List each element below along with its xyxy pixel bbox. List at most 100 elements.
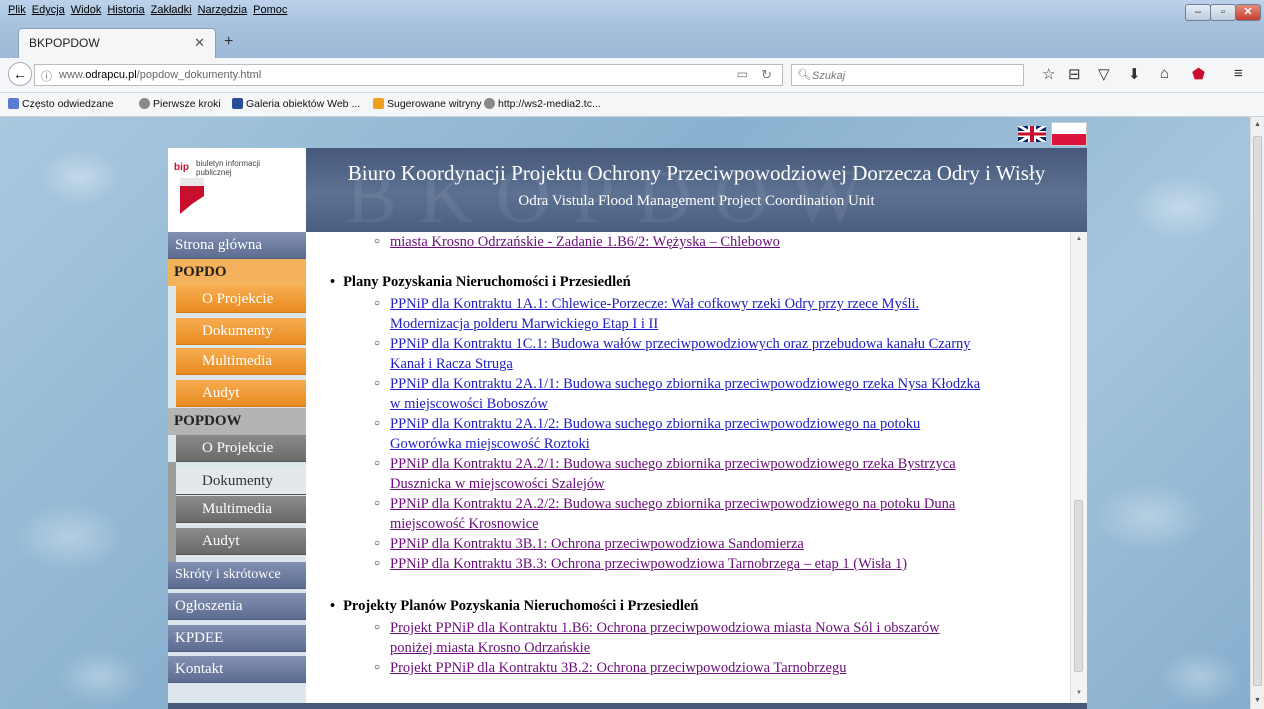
document-link[interactable]: PPNiP dla Kontraktu 1C.1: Budowa wałów p… bbox=[390, 336, 971, 372]
content-scroll-thumb[interactable] bbox=[1074, 500, 1083, 672]
document-link[interactable]: PPNiP dla Kontraktu 3B.1: Ochrona przeci… bbox=[390, 536, 804, 552]
nav-popdo-multimedia[interactable]: Multimedia bbox=[176, 348, 306, 375]
close-tab-icon[interactable]: ✕ bbox=[194, 35, 205, 51]
page-scroll-down-icon[interactable]: ▼ bbox=[1254, 697, 1261, 704]
site-header: BKOPDOW Biuro Koordynacji Projektu Ochro… bbox=[306, 148, 1087, 239]
section-heading-projekty: Projekty Planów Pozyskania Nieruchomości… bbox=[330, 598, 698, 615]
menu-plik[interactable]: Plik bbox=[8, 4, 26, 16]
list-item[interactable]: PPNiP dla Kontraktu 2A.1/2: Budowa suche… bbox=[374, 414, 1070, 454]
nav-popdow[interactable]: POPDOW bbox=[168, 408, 306, 435]
nav-strona-glowna[interactable]: Strona główna bbox=[168, 232, 306, 259]
reader-view-icon[interactable]: ▭ bbox=[737, 67, 748, 81]
menu-edycja[interactable]: Edycja bbox=[32, 4, 65, 16]
section-heading-plany: Plany Pozyskania Nieruchomości i Przesie… bbox=[330, 274, 631, 291]
menu-zakladki[interactable]: Zakładki bbox=[151, 4, 192, 16]
menu-narzedzia[interactable]: Narzędzia bbox=[198, 4, 248, 16]
document-list: miasta Krosno Odrzańskie - Zadanie 1.B6/… bbox=[306, 232, 1087, 703]
url-text[interactable]: www.odrapcu.pl/popdow_dokumenty.html bbox=[59, 69, 261, 81]
pocket-icon[interactable]: ▽ bbox=[1098, 65, 1110, 83]
menu-pomoc[interactable]: Pomoc bbox=[253, 4, 287, 16]
navigation-bar: ← ⓘ www.odrapcu.pl/popdow_dokumenty.html… bbox=[0, 58, 1264, 93]
page-scroll-thumb[interactable] bbox=[1253, 136, 1262, 686]
document-link[interactable]: miasta Krosno Odrzańskie - Zadanie 1.B6/… bbox=[390, 234, 780, 250]
document-link[interactable]: PPNiP dla Kontraktu 2A.1/1: Budowa suche… bbox=[390, 376, 980, 412]
polish-flag-icon[interactable] bbox=[1052, 123, 1086, 145]
nav-kpdee[interactable]: KPDEE bbox=[168, 625, 306, 652]
nav-kontakt[interactable]: Kontakt bbox=[168, 656, 306, 683]
downloads-icon[interactable]: ⬇ bbox=[1128, 65, 1141, 83]
bookmark-sugerowane[interactable]: Sugerowane witryny bbox=[373, 98, 482, 110]
menu-bar: Plik Edycja Widok Historia Zakładki Narz… bbox=[0, 0, 1264, 22]
web-page: bip biuletyn informacji publicznej BKOPD… bbox=[0, 117, 1250, 709]
site-subtitle: Odra Vistula Flood Management Project Co… bbox=[518, 193, 875, 209]
document-link[interactable]: PPNiP dla Kontraktu 2A.2/2: Budowa suche… bbox=[390, 496, 955, 532]
bip-logo-text: biuletyn informacji publicznej bbox=[196, 159, 261, 177]
list-item[interactable]: Projekt PPNiP dla Kontraktu 3B.2: Ochron… bbox=[374, 658, 1070, 678]
nav-popdo-dokumenty[interactable]: Dokumenty bbox=[176, 318, 306, 345]
nav-popdo-audyt[interactable]: Audyt bbox=[176, 380, 306, 407]
bip-logo[interactable]: bip biuletyn informacji publicznej bbox=[168, 148, 306, 232]
search-icon: 🔍︎ bbox=[797, 69, 811, 81]
document-link[interactable]: PPNiP dla Kontraktu 2A.2/1: Budowa suche… bbox=[390, 456, 956, 492]
document-link[interactable]: Projekt PPNiP dla Kontraktu 1.B6: Ochron… bbox=[390, 620, 940, 656]
list-item[interactable]: PPNiP dla Kontraktu 3B.1: Ochrona przeci… bbox=[374, 534, 1070, 554]
nav-popdow-multimedia[interactable]: Multimedia bbox=[176, 496, 306, 523]
back-button[interactable]: ← bbox=[8, 62, 32, 86]
document-link[interactable]: Projekt PPNiP dla Kontraktu 3B.2: Ochron… bbox=[390, 660, 846, 676]
nav-popdow-audyt[interactable]: Audyt bbox=[176, 528, 306, 555]
document-link[interactable]: PPNiP dla Kontraktu 3B.3: Ochrona przeci… bbox=[390, 556, 907, 572]
bookmark-galeria[interactable]: Galeria obiektów Web ... bbox=[232, 98, 360, 110]
menu-widok[interactable]: Widok bbox=[71, 4, 102, 16]
search-input[interactable] bbox=[810, 67, 1014, 85]
page-scrollbar[interactable]: ▲ ▼ bbox=[1250, 117, 1264, 709]
suggested-sites-icon bbox=[373, 98, 384, 109]
footer-strip bbox=[168, 703, 1087, 709]
menu-historia[interactable]: Historia bbox=[107, 4, 144, 16]
nav-popdo[interactable]: POPDO bbox=[168, 259, 306, 286]
scroll-up-arrow-icon[interactable]: ▲ bbox=[1076, 236, 1082, 242]
tab-bkpopdow[interactable]: BKPOPDOW ✕ bbox=[18, 28, 216, 58]
nav-popdow-o-projekcie[interactable]: O Projekcie bbox=[176, 435, 306, 462]
minimize-button[interactable]: – bbox=[1185, 4, 1211, 21]
list-item[interactable]: Projekt PPNiP dla Kontraktu 1.B6: Ochron… bbox=[374, 618, 1070, 658]
content-scrollbar[interactable]: ▲ ▼ bbox=[1070, 232, 1087, 703]
nav-ogloszenia[interactable]: Ogłoszenia bbox=[168, 593, 306, 620]
home-icon[interactable]: ⌂ bbox=[1160, 65, 1169, 82]
document-link[interactable]: PPNiP dla Kontraktu 1A.1: Chlewice-Porze… bbox=[390, 296, 919, 332]
globe-icon bbox=[484, 98, 495, 109]
bookmarks-toolbar: Często odwiedzane Pierwsze kroki Galeria… bbox=[0, 93, 1264, 117]
list-item[interactable]: PPNiP dla Kontraktu 1C.1: Budowa wałów p… bbox=[374, 334, 1070, 374]
list-item[interactable]: PPNiP dla Kontraktu 2A.1/1: Budowa suche… bbox=[374, 374, 1070, 414]
url-bar[interactable]: ⓘ www.odrapcu.pl/popdow_dokumenty.html ▭… bbox=[34, 64, 783, 86]
folder-icon bbox=[8, 98, 19, 109]
english-flag-icon[interactable] bbox=[1018, 126, 1046, 142]
nav-popdo-o-projekcie[interactable]: O Projekcie bbox=[176, 286, 306, 313]
maximize-button[interactable]: ▫ bbox=[1210, 4, 1236, 21]
gallery-icon bbox=[232, 98, 243, 109]
list-item[interactable]: PPNiP dla Kontraktu 2A.2/2: Budowa suche… bbox=[374, 494, 1070, 534]
search-bar[interactable]: 🔍︎ bbox=[791, 64, 1024, 86]
bookmark-pierwsze-kroki[interactable]: Pierwsze kroki bbox=[139, 98, 221, 110]
page-scroll-up-icon[interactable]: ▲ bbox=[1254, 121, 1261, 128]
bookmark-star-icon[interactable]: ☆ bbox=[1042, 65, 1055, 83]
hamburger-menu-icon[interactable]: ≡ bbox=[1234, 65, 1243, 82]
document-link[interactable]: PPNiP dla Kontraktu 2A.1/2: Budowa suche… bbox=[390, 416, 920, 452]
globe-icon bbox=[139, 98, 150, 109]
ublock-icon[interactable]: ⬟ bbox=[1192, 65, 1205, 83]
sidebar-nav: Strona główna POPDO O Projekcie Dokument… bbox=[168, 232, 306, 709]
nav-popdow-dokumenty[interactable]: Dokumenty bbox=[176, 468, 306, 495]
close-window-button[interactable]: ✕ bbox=[1235, 4, 1261, 21]
bookmark-czesto-odwiedzane[interactable]: Często odwiedzane bbox=[8, 98, 114, 110]
reload-icon[interactable]: ↻ bbox=[761, 67, 772, 83]
tab-title: BKPOPDOW bbox=[29, 36, 100, 50]
new-tab-icon[interactable]: + bbox=[224, 33, 233, 51]
library-icon[interactable]: ⊟ bbox=[1068, 65, 1081, 83]
bookmark-ws2-media2[interactable]: http://ws2-media2.tc... bbox=[484, 98, 601, 110]
list-item[interactable]: PPNiP dla Kontraktu 2A.2/1: Budowa suche… bbox=[374, 454, 1070, 494]
scroll-down-arrow-icon[interactable]: ▼ bbox=[1076, 690, 1082, 696]
list-item-fragment[interactable]: miasta Krosno Odrzańskie - Zadanie 1.B6/… bbox=[374, 232, 1070, 252]
nav-skroty[interactable]: Skróty i skrótowce bbox=[168, 562, 306, 589]
list-item[interactable]: PPNiP dla Kontraktu 3B.3: Ochrona przeci… bbox=[374, 554, 1070, 574]
info-icon[interactable]: ⓘ bbox=[41, 68, 52, 84]
list-item[interactable]: PPNiP dla Kontraktu 1A.1: Chlewice-Porze… bbox=[374, 294, 1070, 334]
